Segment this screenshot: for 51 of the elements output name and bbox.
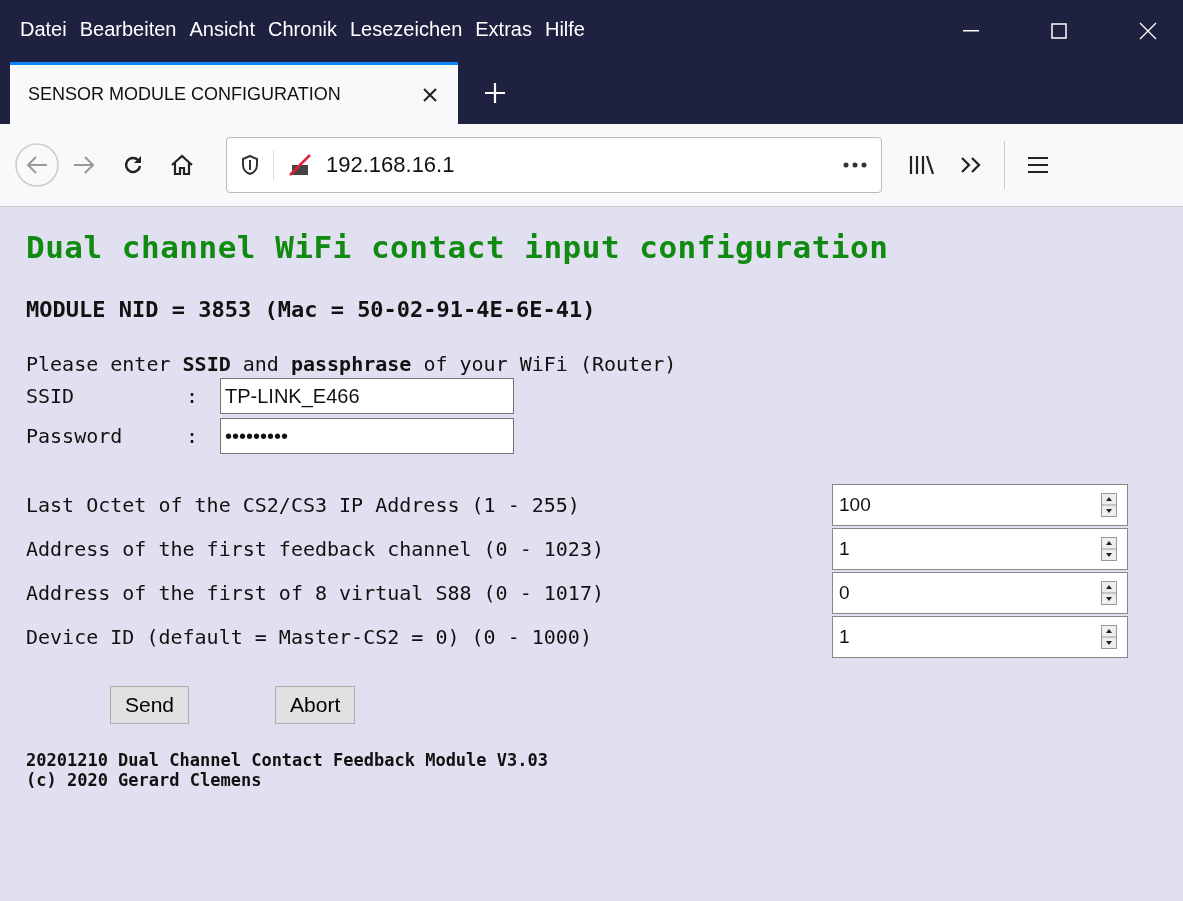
number-field[interactable]: 1	[832, 616, 1128, 658]
colon-separator: :	[186, 384, 200, 408]
number-field[interactable]: 1	[832, 528, 1128, 570]
maximize-icon[interactable]	[1051, 23, 1067, 39]
field-label: Address of the first feedback channel (0 - 1023)	[26, 537, 605, 561]
menu-item[interactable]: Chronik	[268, 17, 337, 41]
field-label: Device ID (default = Master-CS2 = 0) (0 - 1000)	[26, 625, 593, 649]
field-label: Address of the first of 8 virtual S88 (0 - 1017)	[26, 581, 605, 605]
spinner-icon[interactable]	[1101, 537, 1117, 561]
more-icon[interactable]	[843, 162, 867, 168]
home-icon[interactable]	[170, 154, 194, 176]
number-field[interactable]: 0	[832, 572, 1128, 614]
field-label: SSID	[26, 384, 76, 408]
menu-item[interactable]: Ansicht	[189, 17, 256, 41]
spinner-icon[interactable]	[1101, 625, 1117, 649]
shield-icon[interactable]	[241, 155, 259, 175]
url-text[interactable]: 192.168.16.1	[326, 152, 829, 178]
close-tab-icon[interactable]	[422, 86, 438, 103]
reload-icon[interactable]	[122, 154, 144, 176]
field-label: Last Octet of the CS2/CS3 IP Address (1 - 255)	[26, 493, 581, 517]
library-icon[interactable]	[908, 154, 934, 176]
minimize-icon[interactable]	[963, 30, 979, 32]
browser-tab[interactable]: SENSOR MODULE CONFIGURATION	[10, 62, 458, 124]
overflow-chevron-icon[interactable]	[960, 156, 982, 174]
colon-separator: :	[186, 424, 200, 448]
menu-item[interactable]: Extras	[475, 17, 532, 41]
form-button[interactable]: Abort	[275, 686, 356, 724]
number-field[interactable]: 100	[832, 484, 1128, 526]
form-button[interactable]: Send	[110, 686, 190, 724]
text-field[interactable]: •••••••••	[220, 418, 514, 454]
text-field[interactable]: TP-LINK_E466	[220, 378, 514, 414]
menu-item[interactable]: Bearbeiten	[79, 17, 177, 41]
spinner-icon[interactable]	[1101, 581, 1117, 605]
close-icon[interactable]	[1139, 22, 1157, 40]
page-heading: Dual channel WiFi contact input configuration	[26, 229, 890, 265]
menu-item[interactable]: Hilfe	[544, 17, 585, 41]
new-tab-icon[interactable]	[484, 82, 506, 104]
back-icon[interactable]	[14, 142, 60, 188]
spinner-icon[interactable]	[1101, 493, 1117, 517]
menu-item[interactable]: Datei	[20, 17, 67, 41]
module-info: MODULE NID = 3853 (Mac = 50-02-91-4E-6E-41)	[26, 297, 597, 322]
menu-item[interactable]: Lesezeichen	[349, 17, 463, 41]
menu-icon[interactable]	[1027, 156, 1049, 174]
forward-icon[interactable]	[72, 155, 96, 175]
address-bar[interactable]: 192.168.16.1	[226, 137, 882, 193]
field-label: Password	[26, 424, 124, 448]
footer-text: (c) 2020 Gerard Clemens	[26, 770, 263, 790]
insecure-lock-icon[interactable]	[288, 153, 312, 177]
tab-title: SENSOR MODULE CONFIGURATION	[28, 84, 342, 105]
footer-text: 20201210 Dual Channel Contact Feedback Module V3.03	[26, 750, 549, 770]
instruction-text: Please enter SSID and passphrase of your WiFi (Router)	[26, 352, 678, 376]
